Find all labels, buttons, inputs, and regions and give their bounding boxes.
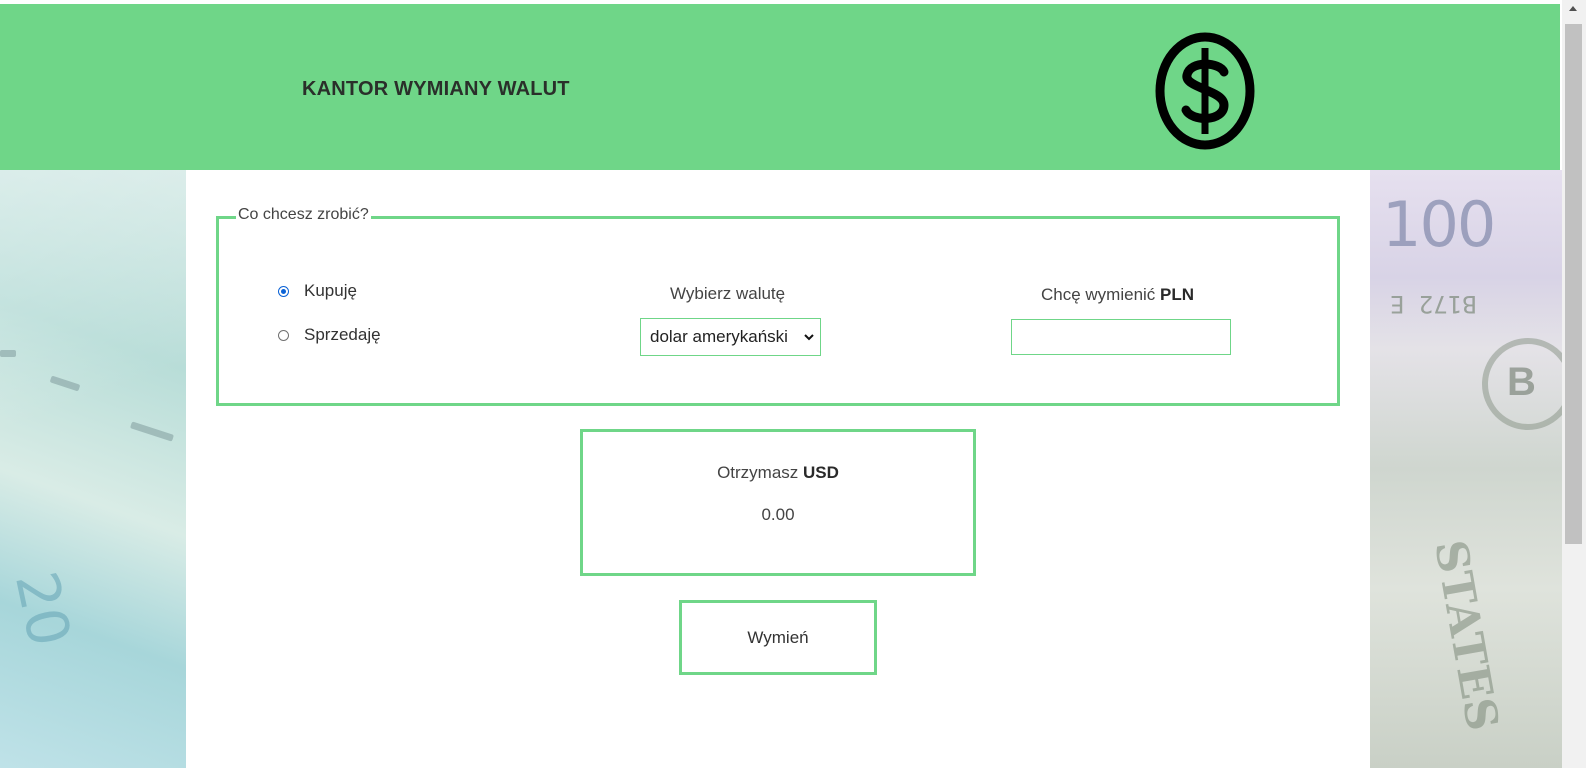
sell-radio[interactable] [278, 329, 289, 341]
result-label: Otrzymasz USD [580, 463, 976, 483]
operation-fieldset [216, 216, 1340, 406]
dollar-circle-icon [1155, 32, 1255, 150]
currency-select[interactable]: dolar amerykański [640, 318, 821, 356]
fieldset-legend: Co chcesz zrobić? [236, 206, 371, 224]
amount-input[interactable] [1011, 319, 1231, 355]
site-header: KANTOR WYMIANY WALUT [0, 4, 1560, 170]
radio-option-buy[interactable]: Kupuję [278, 281, 357, 301]
page: 20 100 B172 E B STATES KANTOR WYMIANY WA… [0, 0, 1586, 768]
amount-label: Chcę wymienić PLN [1041, 285, 1194, 305]
sell-radio-label[interactable]: Sprzedaję [304, 325, 381, 345]
background-banknote-image-left: 20 [0, 170, 186, 768]
result-label-currency: USD [803, 463, 839, 482]
page-title: KANTOR WYMIANY WALUT [302, 78, 570, 100]
vertical-scrollbar[interactable] [1562, 0, 1586, 768]
scroll-up-arrow-icon[interactable] [1569, 6, 1577, 11]
currency-select-label: Wybierz walutę [670, 284, 786, 303]
result-box [580, 429, 976, 576]
result-value: 0.00 [761, 505, 795, 524]
currency-select-value: dolar amerykański [650, 327, 788, 346]
radio-option-sell[interactable]: Sprzedaję [278, 325, 381, 345]
buy-radio-label[interactable]: Kupuję [304, 281, 357, 301]
amount-label-currency: PLN [1160, 285, 1195, 304]
amount-label-prefix: Chcę wymienić [1041, 285, 1156, 304]
result-label-prefix: Otrzymasz [717, 463, 799, 482]
buy-radio[interactable] [278, 285, 289, 297]
exchange-button[interactable]: Wymień [679, 600, 877, 675]
scrollbar-thumb[interactable] [1565, 24, 1582, 544]
background-banknote-image-right: 100 B172 E B STATES [1370, 170, 1562, 768]
chevron-down-icon [804, 334, 814, 341]
